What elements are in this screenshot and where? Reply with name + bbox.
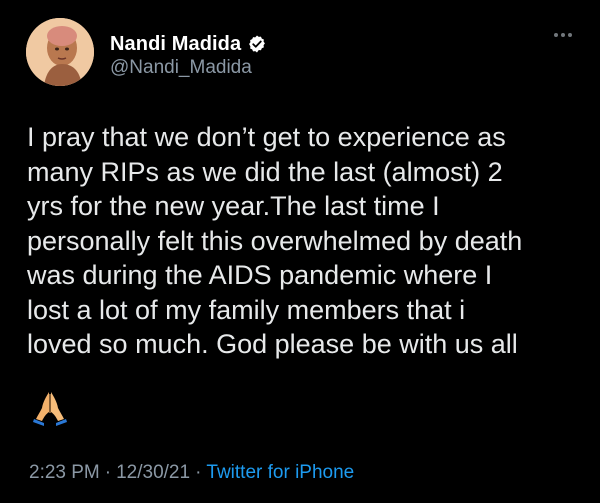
avatar[interactable] [26,18,94,86]
tweet-meta: 2:23 PM · 12/30/21 · Twitter for iPhone [29,462,354,484]
folded-hands-icon [30,388,70,428]
more-dot [554,33,558,37]
tweet-header: Nandi Madida @Nandi_Madida [26,18,576,88]
tweet-source-link[interactable]: Twitter for iPhone [206,462,354,483]
more-dot [568,33,572,37]
author-handle[interactable]: @Nandi_Madida [110,57,267,79]
author-info: Nandi Madida @Nandi_Madida [110,31,267,79]
more-options-icon[interactable] [550,26,576,44]
tweet-text: I pray that we don’t get to experience a… [27,122,523,359]
display-name-row: Nandi Madida [110,31,267,57]
tweet-time[interactable]: 2:23 PM [29,462,100,483]
verified-badge-icon [247,34,267,54]
more-dot [561,33,565,37]
tweet-card: Nandi Madida @Nandi_Madida I pray that w… [0,0,600,503]
avatar-portrait-icon [26,18,94,86]
tweet-date[interactable]: 12/30/21 [116,462,190,483]
meta-separator: · [195,462,202,483]
meta-separator: · [104,462,112,483]
display-name[interactable]: Nandi Madida [110,33,241,56]
